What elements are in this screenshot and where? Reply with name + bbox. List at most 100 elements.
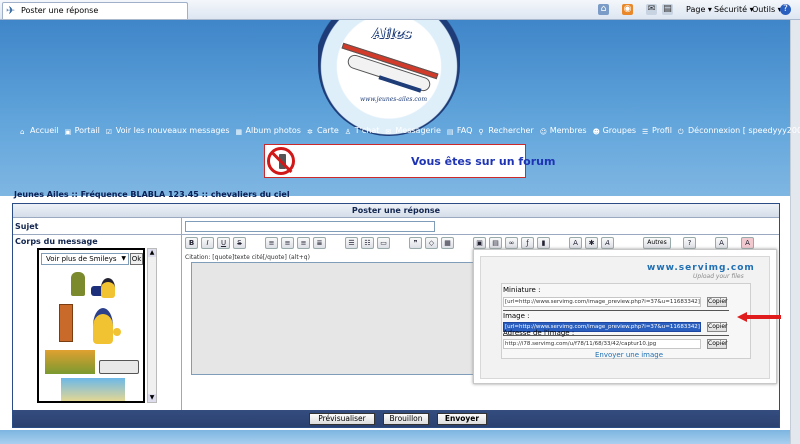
nav-item-profil[interactable]: ☰ Profil [642,126,672,136]
underline-button[interactable]: U [217,237,230,249]
nav-item-messagerie[interactable]: ✉ Messagerie [385,126,441,136]
copy-address-button[interactable]: Copier [707,339,728,349]
airplane-icon: ✈ [6,4,16,17]
wysiwyg-toggle-icon[interactable]: A [741,237,754,249]
smiley-select[interactable]: Voir plus de Smileys ▼ [41,253,129,265]
copy-miniature-button[interactable]: Copier [707,297,728,307]
home-icon[interactable]: ⌂ [598,4,609,15]
nav-item-carte[interactable]: ✲ Carte [307,126,339,136]
browser-toolbar: ✈ Poster une réponse ⌂ ◉ ✉ ▤ Page ▾ Sécu… [0,0,800,20]
page-scrollbar[interactable] [790,20,800,444]
servimg-logo[interactable]: www.servimg.com [647,263,755,273]
copy-image-button[interactable]: Copier [707,322,728,332]
remove-format-icon[interactable]: A [715,237,728,249]
nav-item-accueil[interactable]: ⌂ Accueil [20,126,59,136]
help-icon[interactable]: ? [683,237,696,249]
more-tools-button[interactable]: Autres [643,237,671,249]
rss-icon[interactable]: ◉ [622,4,633,15]
toolbar-hint: Citation: [quote]texte cité[/quote] (alt… [185,254,310,261]
print-icon[interactable]: ▤ [662,4,673,15]
address-field[interactable]: http://i78.servimg.com/u/f78/11/68/33/42… [503,339,701,349]
strike-button[interactable]: S [233,237,246,249]
numbered-list-icon[interactable]: ☷ [361,237,374,249]
send-button[interactable]: Envoyer [437,413,487,425]
subject-input[interactable] [185,221,435,232]
faq-icon: ▤ [446,128,454,136]
smiley-officer[interactable] [93,308,113,344]
nav-item-tchat[interactable]: ♙ T'chat [345,126,380,136]
nav-item-rechercher[interactable]: ⚲ Rechercher [478,126,533,136]
forum-banner[interactable]: Vous êtes sur un forum [264,144,555,178]
image-icon[interactable]: ▣ [473,237,486,249]
nav-item-nouveaux-messages[interactable]: ☑ Voir les nouveaux messages [106,126,230,136]
column-divider [181,218,182,411]
align-right-icon[interactable]: ≡ [297,237,310,249]
servimg-panel: www.servimg.com Upload your files Miniat… [480,256,770,379]
smiley-bus[interactable] [99,360,139,374]
browser-tab[interactable]: ✈ Poster une réponse [2,2,188,19]
flash-icon[interactable]: ƒ [521,237,534,249]
font-color-icon[interactable]: ✱ [585,237,598,249]
message-textarea[interactable] [191,262,507,375]
scroll-down-icon[interactable]: ▼ [148,394,156,402]
bold-button[interactable]: B [185,237,198,249]
security-menu[interactable]: Sécurité ▾ [714,4,754,16]
smiley-tower[interactable] [61,378,125,401]
help-icon[interactable]: ? [780,4,791,15]
smiley-police[interactable] [101,278,115,298]
nav-item-membres[interactable]: ☺ Membres [540,126,587,136]
justify-icon[interactable]: ≣ [313,237,326,249]
quote-icon[interactable]: ❞ [409,237,422,249]
smiley-fire[interactable] [45,350,95,374]
send-image-link[interactable]: Envoyer une image [595,351,663,359]
nav-item-groupes[interactable]: ☻ Groupes [593,126,636,136]
main-nav: ⌂ Accueil ▣ Portail ☑ Voir les nouveaux messa… [20,126,800,136]
image-label: Image : [503,312,530,320]
map-icon: ✲ [306,128,313,136]
align-center-icon[interactable]: ≡ [281,237,294,249]
form-footer: Prévisualiser Brouillon Envoyer [13,410,779,427]
groups-icon: ☻ [592,128,600,136]
smiley-soldier[interactable] [71,272,85,296]
font-family-icon[interactable]: A [601,237,614,249]
host-image-icon[interactable]: ▤ [489,237,502,249]
members-icon: ☺ [539,128,547,136]
table-icon[interactable]: ▦ [441,237,454,249]
breadcrumb[interactable]: Jeunes Ailes :: Fréquence BLABLA 123.45 … [14,190,290,199]
preview-button[interactable]: Prévisualiser [309,413,375,425]
miniature-field[interactable]: [url=http://www.servimg.com/image_previe… [503,297,701,307]
tab-title: Poster une réponse [21,6,99,15]
mail-icon[interactable]: ✉ [646,4,657,15]
servimg-popup: www.servimg.com Upload your files Miniat… [473,249,777,384]
italic-button[interactable]: I [201,237,214,249]
nav-item-faq[interactable]: ▤ FAQ [447,126,473,136]
smiley-ok-button[interactable]: Ok [130,253,143,265]
video-icon[interactable]: ▮ [537,237,550,249]
font-size-icon[interactable]: A [569,237,582,249]
draft-button[interactable]: Brouillon [383,413,429,425]
smiley-small[interactable] [113,328,121,336]
smileys-panel: Voir plus de Smileys ▼ Ok [37,248,145,403]
smileys-scrollbar[interactable]: ▲ ▼ [147,248,157,403]
bullet-list-icon[interactable]: ☰ [345,237,358,249]
reply-form: Poster une réponse Sujet Corps du messag… [12,203,781,428]
code-icon[interactable]: ◇ [425,237,438,249]
miniature-label: Miniature : [503,286,541,294]
search-icon: ⚲ [478,128,484,136]
logo-url: www.jeunes-ailes.com [360,96,428,103]
album-icon: ▦ [235,128,243,136]
servimg-tagline: Upload your files [693,273,744,280]
nav-item-deconnexion[interactable]: ⏻Déconnexion [ speedyyy2006 ] [678,126,800,136]
nav-item-portail[interactable]: ▣ Portail [65,126,100,136]
nav-item-album[interactable]: ▦ Album photos [236,126,301,136]
scroll-up-icon[interactable]: ▲ [148,249,156,257]
link-icon[interactable]: ∞ [505,237,518,249]
tools-menu[interactable]: Outils ▾ [752,4,782,16]
page-menu[interactable]: Page ▾ [686,4,712,16]
hr-icon[interactable]: ▭ [377,237,390,249]
align-left-icon[interactable]: ≡ [265,237,278,249]
chevron-down-icon: ▼ [121,255,126,262]
smiley-door[interactable] [59,304,73,342]
address-label: Adresse de l'image : [503,329,575,337]
form-title: Poster une réponse [13,204,779,218]
